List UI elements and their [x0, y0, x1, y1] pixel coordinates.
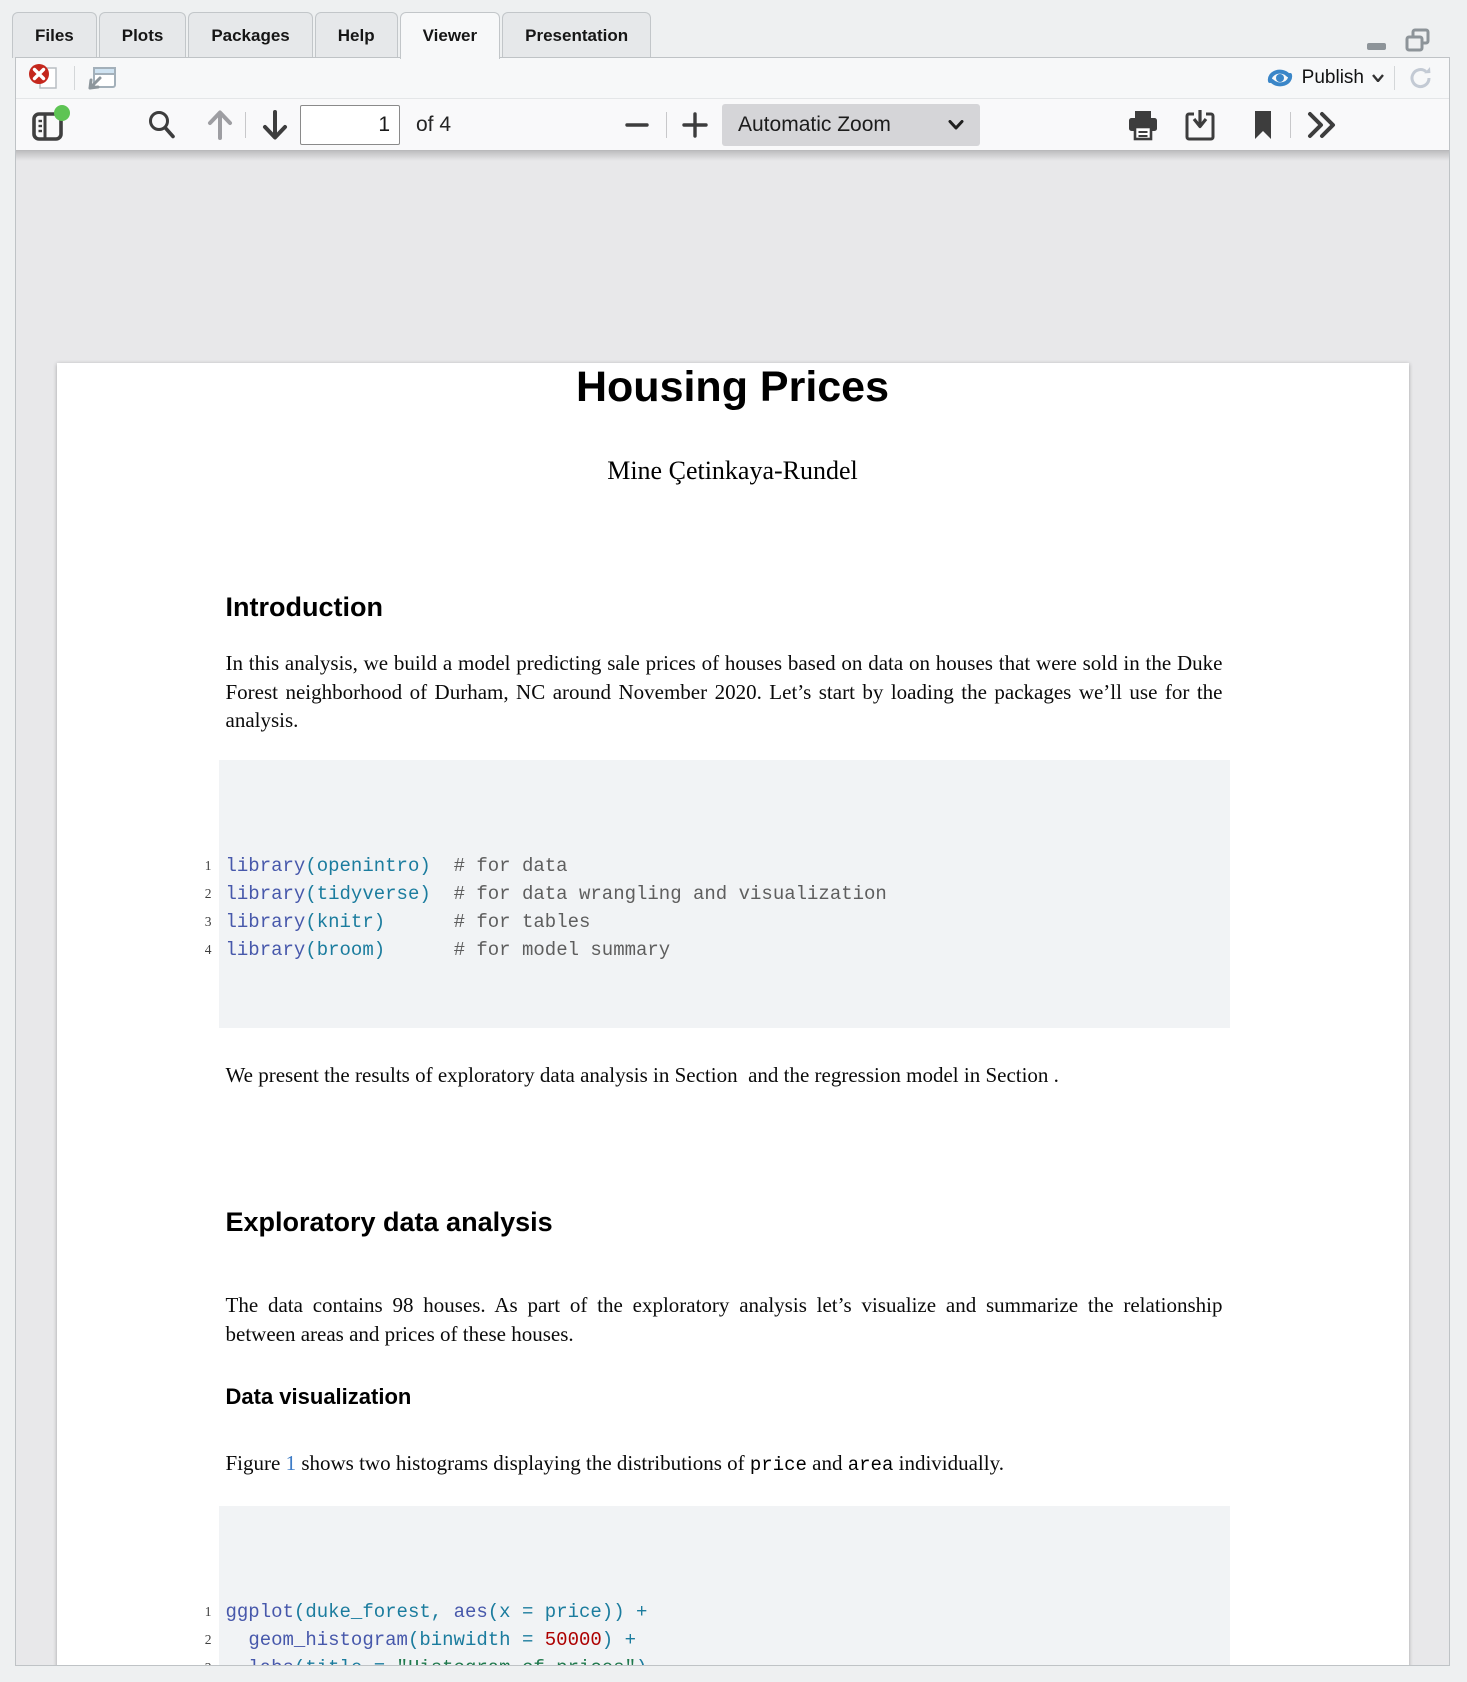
notification-dot — [54, 105, 70, 121]
print-button[interactable] — [1122, 105, 1164, 145]
close-icon — [28, 63, 62, 93]
code-lines: 1ggplot(duke_forest, aes(x = price)) +2 … — [196, 1598, 1230, 1666]
subsection-heading-dataviz: Data visualization — [226, 1384, 1223, 1410]
find-button[interactable] — [141, 105, 183, 145]
page-number-input[interactable] — [300, 105, 400, 145]
search-icon — [145, 108, 179, 142]
next-page-button[interactable] — [254, 105, 296, 145]
popout-button[interactable] — [85, 63, 119, 93]
bookmark-icon — [1250, 109, 1276, 141]
tab-viewer[interactable]: Viewer — [400, 12, 501, 59]
toolbar-separator — [1394, 66, 1395, 90]
toolbar-separator — [666, 112, 667, 138]
tab-help[interactable]: Help — [315, 12, 398, 58]
rstudio-viewer-pane: Files Plots Packages Help Viewer Present… — [0, 0, 1467, 1682]
tab-packages[interactable]: Packages — [188, 12, 312, 58]
refresh-icon — [1407, 65, 1435, 91]
maximize-icon[interactable] — [1403, 26, 1433, 56]
minimize-icon[interactable] — [1363, 27, 1391, 55]
paragraph-introduction: In this analysis, we build a model predi… — [226, 649, 1223, 735]
bookmark-button[interactable] — [1242, 105, 1284, 145]
zoom-in-button[interactable] — [674, 105, 716, 145]
paragraph-sections: We present the results of exploratory da… — [226, 1061, 1223, 1090]
arrow-down-icon — [259, 107, 291, 143]
zoom-out-button[interactable] — [616, 105, 658, 145]
code-block-histograms: 1ggplot(duke_forest, aes(x = price)) +2 … — [196, 1506, 1230, 1666]
pdf-scroll-area[interactable]: Housing Prices Mine Çetinkaya-Rundel Int… — [16, 151, 1449, 1665]
double-chevron-right-icon — [1304, 110, 1338, 140]
pdf-page-1: Housing Prices Mine Çetinkaya-Rundel Int… — [57, 363, 1409, 1665]
open-in-new-window-icon — [87, 65, 117, 91]
chevron-down-icon — [948, 120, 964, 130]
pane-tab-bar: Files Plots Packages Help Viewer Present… — [0, 0, 1467, 58]
toolbar-separator — [245, 112, 246, 138]
toolbar-separator — [1290, 112, 1291, 138]
tab-strip: Files Plots Packages Help Viewer Present… — [12, 12, 653, 58]
publish-caret-icon — [1372, 74, 1384, 82]
paragraph-eda: The data contains 98 houses. As part of … — [226, 1291, 1223, 1348]
paragraph-figure-reference: Figure 1 shows two histograms displaying… — [226, 1449, 1223, 1480]
section-heading-eda: Exploratory data analysis — [226, 1207, 1223, 1238]
sidebar-toggle-icon — [28, 104, 70, 146]
document-author: Mine Çetinkaya-Rundel — [57, 456, 1409, 486]
minus-icon — [624, 112, 650, 138]
document-title: Housing Prices — [57, 363, 1409, 412]
section-heading-introduction: Introduction — [226, 592, 1223, 623]
viewer-pane-body: Publish — [15, 57, 1450, 1666]
download-button[interactable] — [1180, 105, 1222, 145]
clear-viewer-button[interactable] — [26, 61, 64, 95]
viewer-toolbar: Publish — [16, 58, 1449, 99]
publish-label: Publish — [1302, 67, 1364, 89]
toolbar-separator — [74, 66, 75, 90]
page-count-label: of 4 — [416, 99, 451, 151]
zoom-select[interactable]: Automatic Zoom — [722, 104, 980, 146]
zoom-select-value: Automatic Zoom — [738, 113, 948, 137]
publish-icon — [1266, 66, 1294, 90]
tab-plots[interactable]: Plots — [99, 12, 187, 58]
sidebar-toggle-button[interactable] — [28, 105, 70, 145]
code-block-libraries: 1library(openintro) # for data2library(t… — [196, 760, 1230, 1028]
print-icon — [1126, 108, 1160, 142]
pdf-toolbar: of 4 Automatic Zoom — [16, 99, 1449, 151]
arrow-up-icon — [204, 107, 236, 143]
download-icon — [1184, 108, 1218, 142]
pane-window-controls — [1363, 26, 1433, 56]
tab-files[interactable]: Files — [12, 12, 97, 58]
plus-icon — [681, 111, 709, 139]
refresh-button[interactable] — [1405, 63, 1437, 93]
tools-expand-button[interactable] — [1300, 105, 1342, 145]
tab-presentation[interactable]: Presentation — [502, 12, 651, 58]
previous-page-button[interactable] — [199, 105, 241, 145]
publish-button[interactable]: Publish — [1266, 66, 1384, 90]
code-lines: 1library(openintro) # for data2library(t… — [196, 852, 1230, 964]
